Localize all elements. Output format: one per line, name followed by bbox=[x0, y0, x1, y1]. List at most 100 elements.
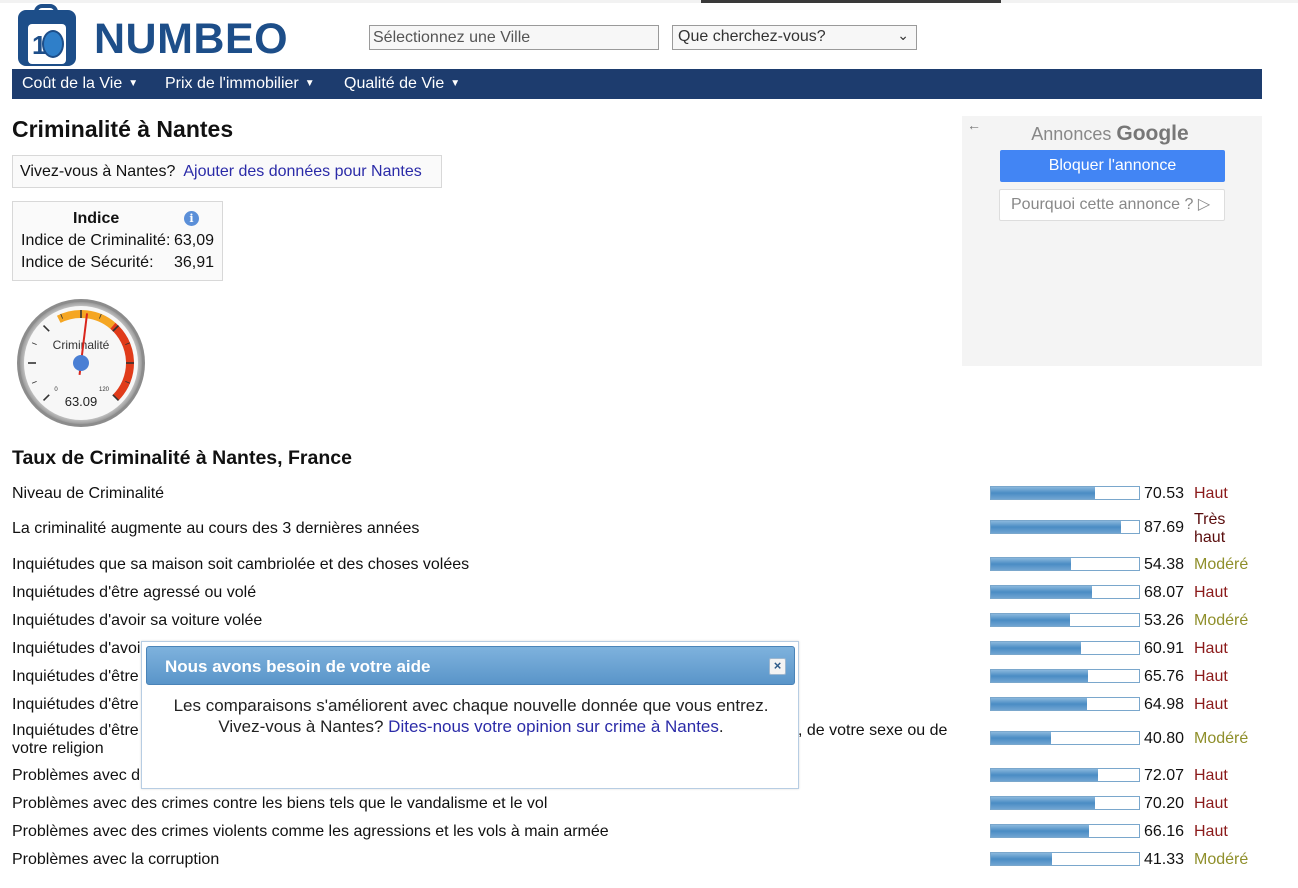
crime-row-value: 53.26 bbox=[1144, 612, 1185, 629]
crime-row-level: Haut bbox=[1194, 696, 1228, 713]
suitcase-icon: 1 bbox=[18, 10, 76, 66]
city-search-input[interactable] bbox=[369, 25, 659, 50]
crime-row-value: 41.33 bbox=[1144, 851, 1185, 868]
crime-row-label: Inquiétudes d'être agressé ou volé bbox=[12, 584, 257, 601]
index-heading: Indice bbox=[73, 210, 120, 227]
help-dialog: Nous avons besoin de votre aide × Les co… bbox=[141, 641, 799, 789]
crime-row-bar-fill bbox=[991, 670, 1089, 682]
play-outline-icon: ▷ bbox=[1197, 196, 1211, 213]
crime-row-bar-fill bbox=[991, 769, 1098, 781]
caret-down-icon: ▼ bbox=[128, 78, 139, 89]
nav-item-quality-of-life[interactable]: Qualité de Vie ▼ bbox=[344, 75, 460, 93]
crime-row-bar bbox=[990, 486, 1140, 500]
crime-row-bar-fill bbox=[991, 853, 1053, 865]
gauge-max-label: 120 bbox=[99, 387, 110, 393]
chevron-down-icon: ⌄ bbox=[897, 27, 909, 43]
crime-row: Inquiétudes d'être agressé ou volé 68.07 H… bbox=[12, 582, 1262, 610]
dialog-body: Les comparaisons s'améliorent avec chaqu… bbox=[173, 696, 769, 736]
crime-row-level: Modéré bbox=[1194, 556, 1249, 573]
crime-row-value: 87.69 bbox=[1144, 519, 1185, 536]
block-ad-button[interactable]: Bloquer l'annonce bbox=[1000, 150, 1225, 182]
ad-title: Annonces Google bbox=[1031, 122, 1189, 145]
dialog-message: Les comparaisons s'améliorent avec chaqu… bbox=[173, 696, 769, 715]
search-category-select[interactable]: Que cherchez-vous? ⌄ bbox=[672, 25, 917, 50]
caret-down-icon: ▼ bbox=[304, 78, 315, 89]
crime-row-value: 64.98 bbox=[1144, 696, 1185, 713]
google-wordmark: Google bbox=[1116, 122, 1189, 145]
crime-row: Inquiétudes que sa maison soit cambriolé… bbox=[12, 554, 1262, 582]
opinion-link[interactable]: Dites-nous votre opinion sur crime à Nan… bbox=[388, 717, 719, 736]
crime-row-bar bbox=[990, 669, 1140, 683]
crime-row-level: Haut bbox=[1194, 485, 1228, 502]
why-this-ad-button[interactable]: Pourquoi cette annonce ? ▷ bbox=[999, 189, 1225, 221]
crime-row-bar-fill bbox=[991, 558, 1072, 570]
crime-row-bar bbox=[990, 641, 1140, 655]
crime-row-bar-fill bbox=[991, 797, 1095, 809]
crime-row-level: Haut bbox=[1194, 668, 1228, 685]
crime-row-value: 65.76 bbox=[1144, 668, 1185, 685]
crime-row-value: 54.38 bbox=[1144, 556, 1185, 573]
crime-row: La criminalité augmente au cours des 3 d… bbox=[12, 511, 1262, 546]
crime-row-label: Inquiétudes d'avoir sa voiture volée bbox=[12, 612, 263, 629]
live-here-box: Vivez-vous à Nantes? Ajouter des données … bbox=[12, 155, 442, 188]
crime-row-bar-fill bbox=[991, 614, 1070, 626]
add-data-link[interactable]: Ajouter des données pour Nantes bbox=[183, 163, 421, 180]
crime-gauge: Criminalité 0 120 63.09 bbox=[17, 299, 145, 427]
crime-row-value: 68.07 bbox=[1144, 584, 1185, 601]
crime-row-bar bbox=[990, 697, 1140, 711]
crime-row-bar bbox=[990, 768, 1140, 782]
crime-row-value: 40.80 bbox=[1144, 730, 1185, 747]
close-icon[interactable]: × bbox=[769, 658, 786, 675]
browser-top-strip bbox=[0, 0, 1298, 3]
caret-down-icon: ▼ bbox=[450, 78, 461, 89]
crime-row-label: Problèmes avec des crimes contre les bie… bbox=[12, 795, 548, 812]
crime-row-bar-fill bbox=[991, 698, 1088, 710]
crime-row-bar bbox=[990, 731, 1140, 745]
crime-row-label: Inquiétudes que sa maison soit cambriolé… bbox=[12, 556, 470, 573]
numbeo-logo[interactable]: 1 NUMBEO bbox=[16, 4, 306, 66]
logo-text: NUMBEO bbox=[94, 15, 289, 63]
safety-index-label: Indice de Sécurité: bbox=[21, 254, 154, 271]
crime-row: Problèmes avec des crimes violents comme… bbox=[12, 821, 1262, 849]
crime-row-label: Problèmes avec la corruption bbox=[12, 851, 220, 868]
crime-row-value: 72.07 bbox=[1144, 767, 1185, 784]
crime-row-bar-fill bbox=[991, 521, 1121, 533]
crime-row-level: Modéré bbox=[1194, 730, 1249, 747]
crime-row: Niveau de Criminalité 70.53 Haut bbox=[12, 483, 1262, 511]
crime-row-level: Modéré bbox=[1194, 851, 1249, 868]
crime-row-level: Haut bbox=[1194, 823, 1228, 840]
crime-row: Problèmes avec des crimes contre les bie… bbox=[12, 793, 1262, 821]
crime-row-value: 70.20 bbox=[1144, 795, 1185, 812]
crime-row-value: 70.53 bbox=[1144, 485, 1185, 502]
crime-row-level: Haut bbox=[1194, 640, 1228, 657]
crime-row-bar-fill bbox=[991, 487, 1096, 499]
crime-row-bar-fill bbox=[991, 732, 1052, 744]
logo-one-glyph: 1 bbox=[32, 30, 47, 60]
crime-row: Problèmes avec la corruption 41.33 Modéré bbox=[12, 849, 1262, 877]
crime-row-label: Niveau de Criminalité bbox=[12, 485, 165, 502]
crime-row-level: Très haut bbox=[1194, 511, 1226, 546]
google-ad: ← Annonces Google Bloquer l'annonce Pour… bbox=[962, 116, 1262, 366]
index-summary: Indice i Indice de Criminalité: 63,09 In… bbox=[12, 201, 223, 281]
main-nav: Coût de la Vie ▼ Prix de l'immobilier ▼ Qu… bbox=[12, 69, 1262, 99]
crime-row-bar-fill bbox=[991, 825, 1089, 837]
dialog-question: Vivez-vous à Nantes? bbox=[218, 717, 384, 736]
crime-row-label: La criminalité augmente au cours des 3 d… bbox=[12, 520, 420, 537]
crime-index-value: 63,09 bbox=[174, 232, 215, 249]
nav-item-property-prices[interactable]: Prix de l'immobilier ▼ bbox=[165, 75, 315, 93]
crime-row-label: Problèmes avec des crimes violents comme… bbox=[12, 823, 609, 840]
safety-index-value: 36,91 bbox=[174, 254, 215, 271]
gauge-value: 63.09 bbox=[65, 394, 98, 409]
nav-item-cost-of-living[interactable]: Coût de la Vie ▼ bbox=[22, 75, 138, 93]
search-category-value: Que cherchez-vous? bbox=[678, 28, 826, 45]
crime-row-bar bbox=[990, 824, 1140, 838]
crime-row-level: Haut bbox=[1194, 584, 1228, 601]
gauge-hub bbox=[73, 355, 89, 371]
info-icon[interactable]: i bbox=[184, 211, 199, 226]
crime-row-bar bbox=[990, 557, 1140, 571]
crime-row-bar bbox=[990, 520, 1140, 534]
crime-row-bar bbox=[990, 796, 1140, 810]
crime-row-level: Haut bbox=[1194, 795, 1228, 812]
crime-row-bar-fill bbox=[991, 642, 1082, 654]
dialog-title: Nous avons besoin de votre aide bbox=[165, 657, 431, 676]
